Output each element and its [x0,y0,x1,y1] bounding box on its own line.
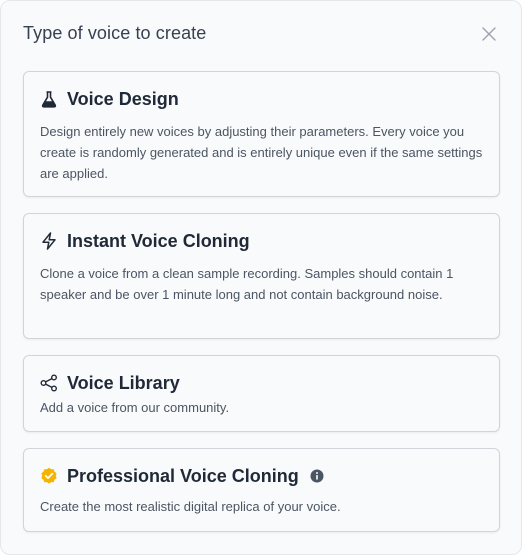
info-icon[interactable] [310,469,324,483]
option-description: Add a voice from our community. [40,400,230,415]
option-voice-design[interactable]: Voice Design Design entirely new voices … [23,71,500,197]
voice-type-dialog: Type of voice to create Voice Design Des… [0,0,522,555]
option-title: Voice Library [67,373,180,393]
option-title: Voice Design [67,89,179,109]
flask-icon [40,90,58,108]
option-description: Clone a voice from a clean sample record… [40,266,454,302]
verified-badge-icon [40,467,58,485]
option-title: Professional Voice Cloning [67,466,299,486]
option-title: Instant Voice Cloning [67,231,250,251]
close-button[interactable] [479,24,499,44]
close-icon [482,27,496,41]
option-professional-voice-cloning[interactable]: Professional Voice Cloning Create the mo… [23,448,500,532]
option-voice-library[interactable]: Voice Library Add a voice from our commu… [23,355,500,432]
lightning-icon [40,232,58,250]
option-instant-voice-cloning[interactable]: Instant Voice Cloning Clone a voice from… [23,213,500,339]
option-description: Design entirely new voices by adjusting … [40,124,483,181]
dialog-title: Type of voice to create [23,23,207,43]
option-description: Create the most realistic digital replic… [40,499,341,514]
share-icon [40,374,58,392]
